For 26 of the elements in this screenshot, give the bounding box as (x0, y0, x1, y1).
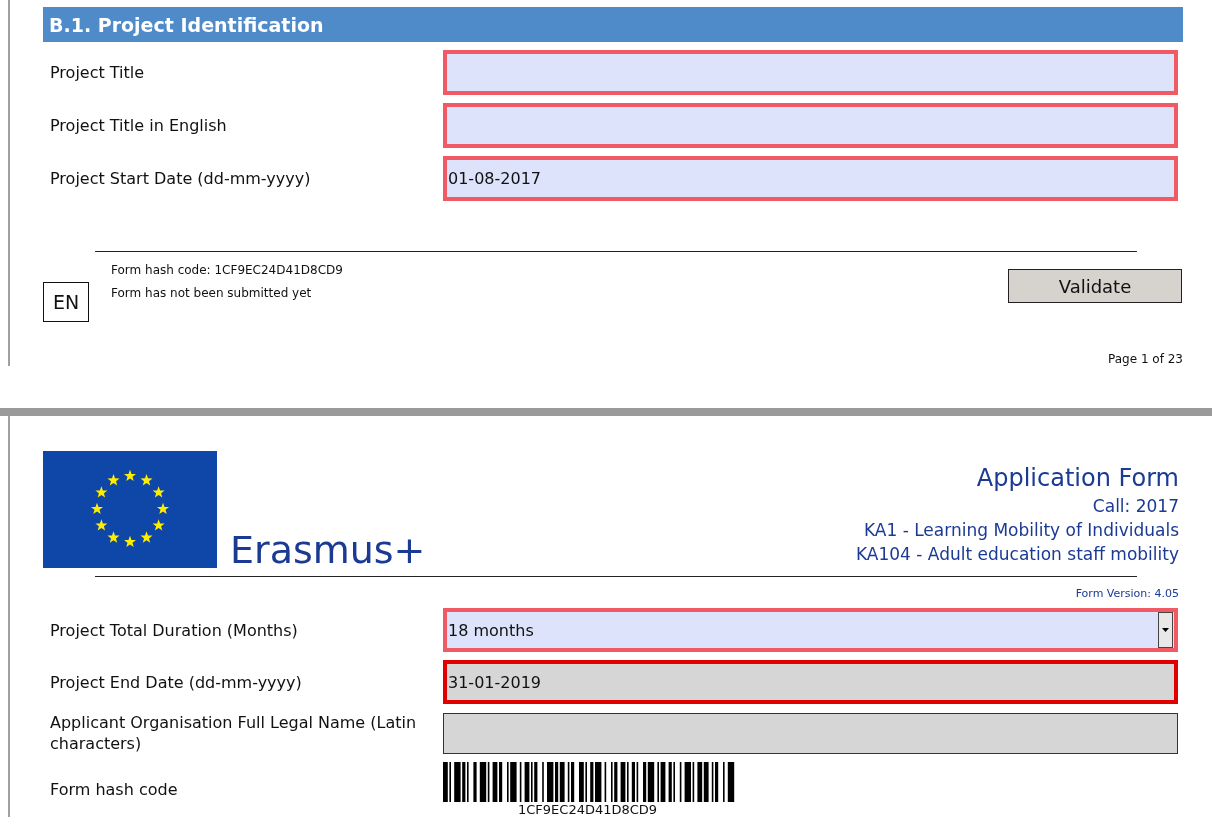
input-field[interactable] (443, 50, 1178, 95)
brand-name: Erasmus+ (230, 528, 427, 572)
validate-button[interactable]: Validate (1008, 269, 1182, 303)
field-label: Project Title in English (49, 115, 228, 136)
field-label: Form hash code (49, 779, 179, 800)
hash-code: 1CF9EC24D41D8CD9 (518, 802, 658, 817)
field-label: Project Total Duration (Months) (49, 619, 299, 641)
input-field[interactable]: 01-08-2017 (443, 156, 1178, 201)
input-field[interactable] (443, 103, 1178, 148)
page-number: Page 1 of 23 (1108, 352, 1183, 366)
form-version: Form Version: 4.05 (1075, 587, 1179, 600)
form-title: Application Form (976, 464, 1179, 492)
field-label: Project Title (49, 62, 146, 83)
hash-code-text: Form hash code: 1CF9EC24D41D8CD9 (111, 263, 344, 277)
section-header: B.1. Project Identification (43, 7, 1183, 42)
field-label: Project End Date (dd-mm-yyyy) (49, 671, 303, 693)
call-year: Call: 2017 (1092, 496, 1179, 516)
field-label: Applicant Organisation Full Legal Name (Latin characters) (49, 712, 418, 754)
input-field[interactable] (443, 712, 1178, 754)
language-label: EN (43, 282, 89, 322)
submission-status: Form has not been submitted yet (111, 286, 313, 300)
field-label: Project Start Date (dd-mm-yyyy) (49, 168, 312, 189)
duration-select[interactable]: 18 months (443, 608, 1178, 652)
input-field[interactable]: 31-01-2019 (443, 660, 1178, 704)
sub-action: KA104 - Adult education staff mobility (855, 544, 1179, 564)
key-action: KA1 - Learning Mobility of Individuals (863, 520, 1179, 540)
